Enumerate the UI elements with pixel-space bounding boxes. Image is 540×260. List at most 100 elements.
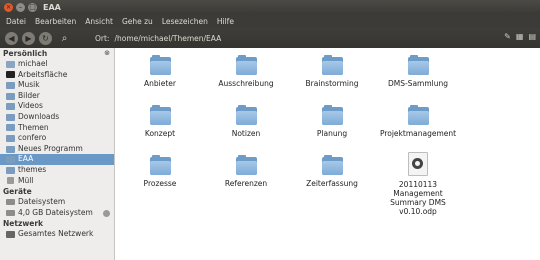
edit-path-icon[interactable]: ✎ — [504, 32, 511, 41]
sidebar-item-label: Downloads — [18, 111, 60, 121]
section-title: Persönlich — [3, 49, 48, 58]
folder-icon — [321, 55, 343, 75]
drive-icon — [6, 199, 15, 206]
file-item-referenzen[interactable]: Referenzen — [206, 155, 286, 188]
file-item-brainstorming[interactable]: Brainstorming — [292, 55, 372, 88]
file-label: Prozesse — [143, 179, 177, 188]
sidebar-item-label: Neues Programm — [18, 143, 83, 153]
folder-icon — [6, 81, 15, 89]
location-field[interactable]: /home/michael/Themen/EAA — [114, 34, 221, 43]
sidebar-item-neues-programm[interactable]: Neues Programm — [0, 144, 114, 155]
icon-view-icon[interactable]: ▦ — [516, 32, 524, 41]
menu-lesezeichen[interactable]: Lesezeichen — [162, 17, 208, 26]
sidebar-item-dateisystem[interactable]: Dateisystem — [0, 197, 114, 208]
file-item-anbieter[interactable]: Anbieter — [120, 55, 200, 88]
file-item-notizen[interactable]: Notizen — [206, 105, 286, 138]
sidebar-item-label: Müll — [18, 175, 34, 185]
folder-icon — [149, 55, 171, 75]
file-item-dms-sammlung[interactable]: DMS-Sammlung — [378, 55, 458, 88]
sidebar-item-confero[interactable]: confero — [0, 133, 114, 144]
file-item-management-summary[interactable]: 20110113 Management Summary DMS v0.10.od… — [378, 152, 458, 216]
sidebar-item-arbeitsflaeche[interactable]: Arbeitsfläche — [0, 70, 114, 81]
reload-icon: ↻ — [42, 33, 49, 43]
folder-icon — [235, 155, 257, 175]
home-icon — [6, 60, 15, 68]
location-label: Ort: — [95, 33, 110, 43]
presentation-document-icon — [408, 152, 428, 176]
file-label: 20110113 Management Summary DMS v0.10.od… — [390, 180, 446, 216]
sidebar-item-label: Musik — [18, 80, 40, 90]
menu-datei[interactable]: Datei — [6, 17, 26, 26]
folder-icon — [149, 155, 171, 175]
sidebar-item-4gb-dateisystem[interactable]: 4,0 GB Dateisystem — [0, 208, 114, 219]
forward-button[interactable]: ▶ — [22, 31, 35, 45]
trash-icon — [7, 177, 14, 185]
folder-icon — [321, 105, 343, 125]
sidebar: Persönlich ⊗ michael Arbeitsfläche Musik… — [0, 48, 115, 260]
search-button[interactable]: ⌕ — [58, 32, 71, 45]
folder-icon — [235, 105, 257, 125]
menu-gehe-zu[interactable]: Gehe zu — [122, 17, 153, 26]
sidebar-item-muell[interactable]: Müll — [0, 176, 114, 187]
file-label: Ausschreibung — [218, 79, 274, 88]
reload-button[interactable]: ↻ — [39, 31, 52, 45]
minimize-window-button[interactable]: – — [16, 2, 25, 12]
file-label: Planung — [316, 129, 348, 138]
sidebar-item-label: Dateisystem — [18, 197, 66, 207]
menu-ansicht[interactable]: Ansicht — [85, 17, 113, 26]
file-label: Anbieter — [144, 79, 176, 88]
folder-icon — [321, 155, 343, 175]
back-arrow-icon: ◀ — [8, 33, 15, 43]
menu-bar: Datei Bearbeiten Ansicht Gehe zu Lesezei… — [0, 14, 540, 28]
sidebar-item-videos[interactable]: Videos — [0, 101, 114, 112]
file-item-planung[interactable]: Planung — [292, 105, 372, 138]
sidebar-item-label: 4,0 GB Dateisystem — [18, 207, 93, 217]
network-icon — [6, 231, 15, 239]
sidebar-item-downloads[interactable]: Downloads — [0, 112, 114, 123]
sidebar-item-bilder[interactable]: Bilder — [0, 91, 114, 102]
list-view-icon[interactable]: ▤ — [528, 32, 536, 41]
sidebar-item-musik[interactable]: Musik — [0, 80, 114, 91]
file-label: Konzept — [144, 129, 176, 138]
folder-icon — [6, 166, 15, 174]
sidebar-item-label: Videos — [18, 101, 43, 111]
file-grid: Anbieter Ausschreibung Brainstorming DMS… — [115, 48, 540, 260]
sidebar-item-michael[interactable]: michael — [0, 59, 114, 70]
file-label: Notizen — [231, 129, 261, 138]
sidebar-item-label: Gesamtes Netzwerk — [18, 229, 94, 239]
sidebar-item-themen[interactable]: Themen — [0, 123, 114, 134]
folder-icon — [6, 145, 15, 153]
menu-hilfe[interactable]: Hilfe — [217, 17, 234, 26]
file-label: Projektmanagement — [379, 129, 457, 138]
sidebar-section-network: Netzwerk — [0, 218, 114, 229]
file-label: DMS-Sammlung — [387, 79, 449, 88]
forward-arrow-icon: ▶ — [25, 33, 32, 43]
file-label: Referenzen — [224, 179, 268, 188]
eject-icon[interactable] — [103, 209, 110, 217]
folder-icon — [6, 92, 15, 100]
sidebar-section-personal: Persönlich ⊗ — [0, 48, 114, 59]
file-item-prozesse[interactable]: Prozesse — [120, 155, 200, 188]
sidebar-item-themes[interactable]: themes — [0, 165, 114, 176]
search-icon: ⌕ — [61, 32, 68, 44]
maximize-window-button[interactable]: □ — [28, 2, 37, 12]
folder-icon — [6, 156, 15, 164]
sidebar-item-label: Bilder — [18, 90, 40, 100]
close-window-button[interactable]: × — [4, 2, 13, 12]
sidebar-item-label: EAA — [18, 154, 34, 164]
file-item-zeiterfassung[interactable]: Zeiterfassung — [292, 155, 372, 188]
file-item-konzept[interactable]: Konzept — [120, 105, 200, 138]
folder-icon — [149, 105, 171, 125]
title-bar: × – □ EAA — [0, 0, 540, 14]
close-sidebar-icon[interactable]: ⊗ — [104, 48, 110, 59]
sidebar-item-label: confero — [18, 133, 47, 143]
menu-bearbeiten[interactable]: Bearbeiten — [35, 17, 76, 26]
folder-icon — [6, 124, 15, 132]
back-button[interactable]: ◀ — [5, 31, 18, 45]
sidebar-item-eaa[interactable]: EAA — [0, 154, 114, 165]
file-item-projektmanagement[interactable]: Projektmanagement — [378, 105, 458, 138]
file-item-ausschreibung[interactable]: Ausschreibung — [206, 55, 286, 88]
sidebar-item-gesamtes-netzwerk[interactable]: Gesamtes Netzwerk — [0, 229, 114, 240]
window-title: EAA — [43, 2, 61, 12]
view-switcher: ✎ ▦ ▤ — [504, 32, 536, 41]
